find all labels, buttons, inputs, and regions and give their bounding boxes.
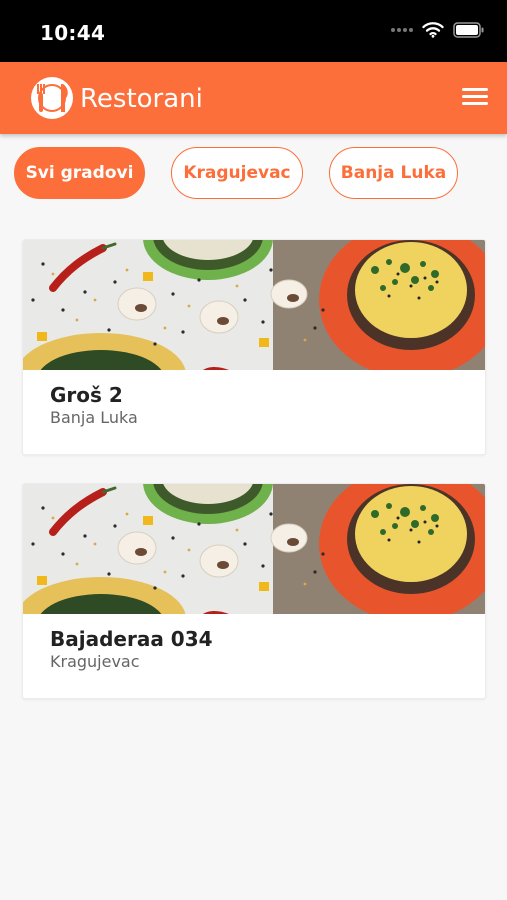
restaurant-card[interactable]: Groš 2 Banja Luka [22,239,486,455]
city-filter-bar: Svi gradovi Kragujevac Banja Luka [14,147,458,199]
hamburger-menu-icon[interactable] [462,88,488,110]
status-time: 10:44 [40,21,106,45]
restaurant-city: Kragujevac [50,652,140,671]
filter-chip-banja-luka[interactable]: Banja Luka [329,147,458,199]
restaurant-name: Bajaderaa 034 [50,627,213,651]
restaurant-image [23,484,486,614]
app-title: Restorani [80,84,203,114]
signal-dots-icon [391,28,413,32]
restaurant-city: Banja Luka [50,408,138,427]
filter-chip-kragujevac[interactable]: Kragujevac [171,147,303,199]
wifi-icon [422,22,444,38]
battery-icon [453,22,484,38]
restaurant-card[interactable]: Bajaderaa 034 Kragujevac [22,483,486,699]
status-bar: 10:44 [0,0,507,62]
restaurant-image [23,240,486,370]
plate-cutlery-icon [31,77,73,119]
status-icons [391,22,485,38]
app-header: Restorani [0,62,507,134]
filter-chip-all-cities[interactable]: Svi gradovi [14,147,145,199]
restaurant-name: Groš 2 [50,383,123,407]
